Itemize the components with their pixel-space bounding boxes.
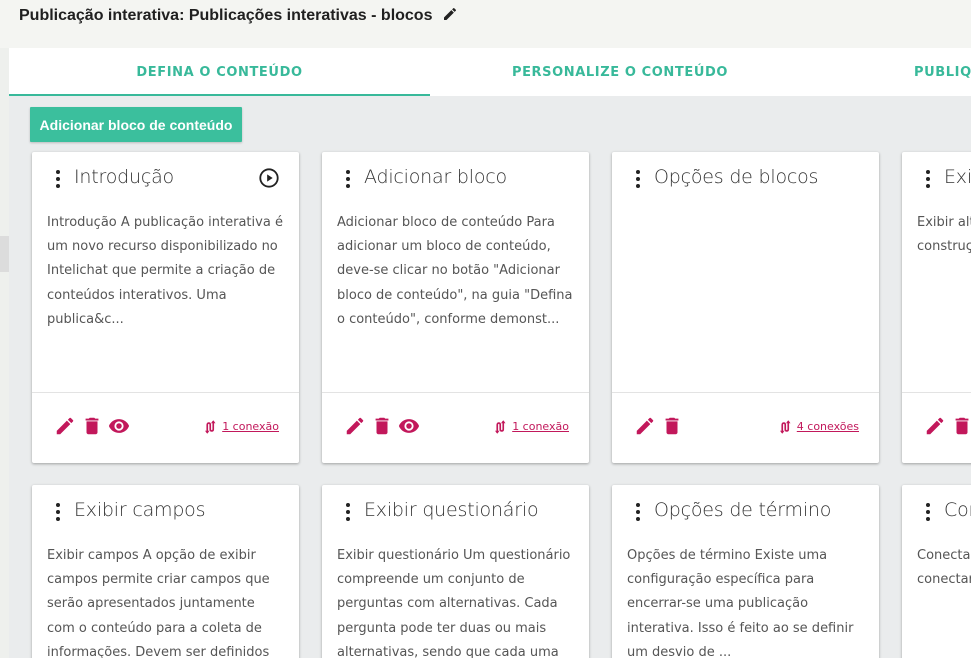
more-vert-icon[interactable] (343, 503, 353, 523)
block-title: Exibir campos (74, 499, 206, 521)
preview-block-button[interactable] (108, 415, 130, 437)
card-divider (902, 392, 971, 393)
connection-arrows-icon (492, 419, 510, 434)
block-description: Conectar que você blocos de conectar for… (917, 548, 971, 588)
tab-define-content[interactable]: DEFINA O CONTEÚDO (9, 48, 430, 96)
block-card[interactable]: Opções de término Opções de término Exist… (612, 485, 879, 658)
tab-customize-content[interactable]: PERSONALIZE O CONTEÚDO (430, 48, 810, 96)
block-title: Adicionar bloco (364, 166, 507, 188)
connections-count: 1 conexão (512, 420, 569, 433)
block-title: Exib (944, 166, 971, 188)
edit-block-button[interactable] (924, 415, 946, 437)
block-title: Exibir questionário (364, 499, 539, 521)
block-description: Exibir questionário Um questionário comp… (337, 548, 571, 658)
pencil-icon[interactable] (442, 6, 458, 22)
more-vert-icon[interactable] (923, 503, 933, 523)
more-vert-icon[interactable] (343, 170, 353, 190)
block-card[interactable]: Introdução Introdução A publicação intera… (32, 152, 299, 463)
block-description: Opções de término Existe uma configuraçã… (627, 548, 854, 658)
pencil-icon (54, 415, 76, 437)
block-description: Introdução A publicação interativa é um … (47, 215, 283, 327)
left-panel-handle[interactable] (0, 236, 9, 272)
block-card[interactable]: Cor Conectar que você blocos de conectar … (902, 485, 971, 658)
preview-block-button[interactable] (398, 415, 420, 437)
pencil-icon (634, 415, 656, 437)
connections-link[interactable]: 1 conexão (202, 416, 279, 436)
more-vert-icon[interactable] (53, 170, 63, 190)
play-circle-icon[interactable] (258, 167, 280, 189)
card-actions (924, 415, 971, 439)
block-description: Exibir alte opção é dos leito construç q… (917, 215, 971, 255)
connections-link[interactable]: 1 conexão (492, 416, 569, 436)
connection-arrows-icon (202, 419, 220, 434)
eye-icon (108, 415, 130, 437)
block-card[interactable]: Opções de blocos 4 conexões (612, 152, 879, 463)
card-divider (322, 392, 589, 393)
eye-icon (398, 415, 420, 437)
page-title: Publicação interativa: Publicações inter… (19, 7, 433, 24)
blocks-area: Adicionar bloco de conteúdo Introdução In… (9, 96, 971, 658)
connections-count: 4 conexões (796, 420, 859, 433)
trash-icon (661, 415, 683, 437)
block-description: Exibir campos A opção de exibir campos p… (47, 548, 270, 658)
edit-block-button[interactable] (344, 415, 366, 437)
card-actions (54, 415, 135, 439)
card-divider (32, 392, 299, 393)
pencil-icon (344, 415, 366, 437)
delete-block-button[interactable] (81, 415, 103, 437)
card-divider (612, 392, 879, 393)
delete-block-button[interactable] (661, 415, 683, 437)
connections-count: 1 conexão (222, 420, 279, 433)
block-card[interactable]: Exib Exibir alte opção é dos leito constr… (902, 152, 971, 463)
tab-publish[interactable]: PUBLIQU (914, 48, 971, 96)
more-vert-icon[interactable] (633, 170, 643, 190)
card-actions (634, 415, 688, 439)
delete-block-button[interactable] (371, 415, 393, 437)
card-actions (344, 415, 425, 439)
block-card[interactable]: Adicionar bloco Adicionar bloco de conteú… (322, 152, 589, 463)
block-card[interactable]: Exibir campos Exibir campos A opção de ex… (32, 485, 299, 658)
more-vert-icon[interactable] (633, 503, 643, 523)
trash-icon (951, 415, 971, 437)
edit-block-button[interactable] (634, 415, 656, 437)
pencil-icon (924, 415, 946, 437)
trash-icon (81, 415, 103, 437)
tab-bar: DEFINA O CONTEÚDO PERSONALIZE O CONTEÚDO… (9, 48, 971, 96)
block-title: Opções de blocos (654, 166, 819, 188)
edit-block-button[interactable] (54, 415, 76, 437)
connections-link[interactable]: 4 conexões (777, 416, 859, 436)
more-vert-icon[interactable] (53, 503, 63, 523)
top-bar: Publicação interativa: Publicações inter… (0, 0, 971, 40)
block-card[interactable]: Exibir questionário Exibir questionário U… (322, 485, 589, 658)
block-title: Introdução (74, 166, 174, 188)
more-vert-icon[interactable] (923, 170, 933, 190)
trash-icon (371, 415, 393, 437)
delete-block-button[interactable] (951, 415, 971, 437)
block-title: Opções de término (654, 499, 832, 521)
block-title: Cor (944, 499, 971, 521)
add-block-button[interactable]: Adicionar bloco de conteúdo (30, 107, 242, 142)
connection-arrows-icon (777, 419, 795, 434)
left-panel-edge (0, 48, 9, 658)
block-description: Adicionar bloco de conteúdo Para adicion… (337, 215, 573, 327)
